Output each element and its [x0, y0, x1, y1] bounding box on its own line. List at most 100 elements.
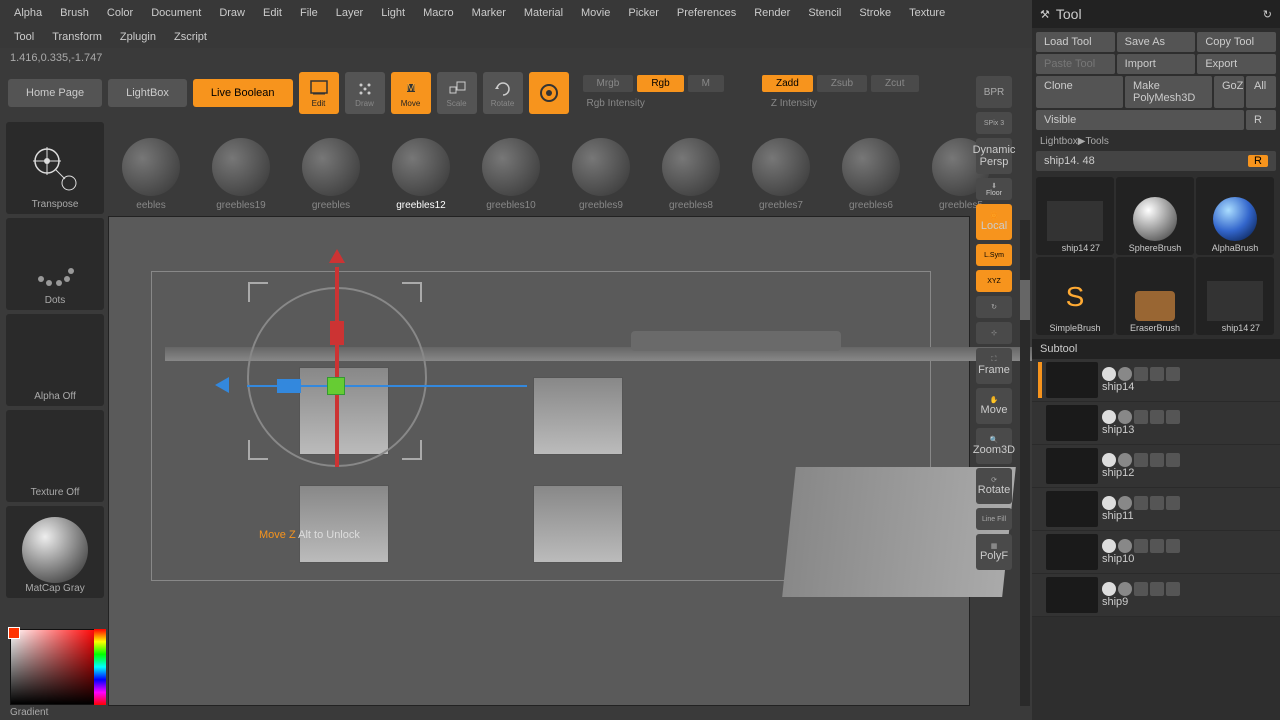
scale-mode-button[interactable]: Scale	[437, 72, 477, 114]
texture-slot[interactable]: Texture Off	[6, 410, 104, 502]
menu-stencil[interactable]: Stencil	[800, 4, 849, 22]
tool-btn-save-as[interactable]: Save As	[1117, 32, 1196, 52]
menu-tool[interactable]: Tool	[6, 28, 42, 46]
tool-cell-spherebrush[interactable]: SphereBrush	[1116, 177, 1194, 255]
menu-zplugin[interactable]: Zplugin	[112, 28, 164, 46]
brush-greebles12[interactable]: greebles12	[378, 125, 464, 211]
axis-icon[interactable]: ⊹	[976, 322, 1012, 344]
transpose-slot[interactable]: Transpose	[6, 122, 104, 214]
brush-greebles6[interactable]: greebles6	[828, 125, 914, 211]
gizmo-toggle-button[interactable]	[529, 72, 569, 114]
xyz-button[interactable]: XYZ	[976, 270, 1012, 292]
alpha-slot[interactable]: Alpha Off	[6, 314, 104, 406]
mrgb-button[interactable]: Mrgb	[583, 75, 634, 92]
brush-greebles[interactable]: greebles	[288, 125, 374, 211]
tool-btn-clone[interactable]: Clone	[1036, 76, 1123, 108]
tool-cell-ship14[interactable]: 27ship14	[1036, 177, 1114, 255]
tool-close-icon[interactable]: ↻	[1263, 8, 1272, 21]
tool-btn-r[interactable]: R	[1246, 110, 1276, 130]
menu-zscript[interactable]: Zscript	[166, 28, 215, 46]
tool-cell-eraserbrush[interactable]: EraserBrush	[1116, 257, 1194, 335]
tool-cell-ship14[interactable]: 27ship14	[1196, 257, 1274, 335]
m-button[interactable]: M	[688, 75, 724, 92]
subtool-ship11[interactable]: ship11	[1032, 488, 1280, 531]
color-picker[interactable]: Gradient	[10, 629, 102, 718]
menu-render[interactable]: Render	[746, 4, 798, 22]
rotate-mode-button[interactable]: Rotate	[483, 72, 523, 114]
rot-icon[interactable]: ↻	[976, 296, 1012, 318]
menu-brush[interactable]: Brush	[52, 4, 97, 22]
dynamic-persp-button[interactable]: DynamicPersp	[976, 138, 1012, 174]
tool-name-field[interactable]: ship14. 48R	[1036, 151, 1276, 171]
menu-stroke[interactable]: Stroke	[851, 4, 899, 22]
lightbox-path[interactable]: Lightbox▶Tools	[1032, 134, 1280, 149]
subtool-header[interactable]: Subtool	[1032, 339, 1280, 359]
subtool-ship12[interactable]: ship12	[1032, 445, 1280, 488]
brush-greebles9[interactable]: greebles9	[558, 125, 644, 211]
lightbox-button[interactable]: LightBox	[108, 79, 187, 107]
spix-slider[interactable]: SPix 3	[976, 112, 1012, 134]
floor-button[interactable]: ⬇Floor	[976, 178, 1012, 200]
zoom3d-button[interactable]: 🔍Zoom3D	[976, 428, 1012, 464]
move-view-button[interactable]: ✋Move	[976, 388, 1012, 424]
subtool-ship14[interactable]: ship14	[1032, 359, 1280, 402]
rotate-view-button[interactable]: ⟳Rotate	[976, 468, 1012, 504]
move-mode-button[interactable]: MMove	[391, 72, 431, 114]
menu-preferences[interactable]: Preferences	[669, 4, 744, 22]
viewport-scrollbar[interactable]	[1020, 220, 1030, 706]
tool-btn-goz[interactable]: GoZ	[1214, 76, 1244, 108]
menu-macro[interactable]: Macro	[415, 4, 462, 22]
menu-draw[interactable]: Draw	[211, 4, 253, 22]
tool-btn-all[interactable]: All	[1246, 76, 1276, 108]
tool-btn-load-tool[interactable]: Load Tool	[1036, 32, 1115, 52]
zcut-button[interactable]: Zcut	[871, 75, 918, 92]
menu-document[interactable]: Document	[143, 4, 209, 22]
tool-btn-paste-tool[interactable]: Paste Tool	[1036, 54, 1115, 74]
menu-alpha[interactable]: Alpha	[6, 4, 50, 22]
brush-greebles10[interactable]: greebles10	[468, 125, 554, 211]
menu-movie[interactable]: Movie	[573, 4, 618, 22]
menu-color[interactable]: Color	[99, 4, 141, 22]
tool-btn-visible[interactable]: Visible	[1036, 110, 1244, 130]
subtool-ship9[interactable]: ship9	[1032, 574, 1280, 617]
polyf-button[interactable]: ▦PolyF	[976, 534, 1012, 570]
edit-mode-button[interactable]: Edit	[299, 72, 339, 114]
tool-btn-copy-tool[interactable]: Copy Tool	[1197, 32, 1276, 52]
brush-eebles[interactable]: eebles	[108, 125, 194, 211]
tool-btn-make-polymesh3d[interactable]: Make PolyMesh3D	[1125, 76, 1212, 108]
viewport[interactable]: Move Z Alt to Unlock	[108, 216, 970, 706]
stroke-slot[interactable]: Dots	[6, 218, 104, 310]
local-button[interactable]: 🔆Local	[976, 204, 1012, 240]
menu-material[interactable]: Material	[516, 4, 571, 22]
material-slot[interactable]: MatCap Gray	[6, 506, 104, 598]
subtool-ship13[interactable]: ship13	[1032, 402, 1280, 445]
live-boolean-button[interactable]: Live Boolean	[193, 79, 293, 107]
transform-gizmo[interactable]	[247, 267, 427, 467]
menu-layer[interactable]: Layer	[328, 4, 372, 22]
rgb-button[interactable]: Rgb	[637, 75, 683, 92]
zsub-button[interactable]: Zsub	[817, 75, 867, 92]
menu-texture[interactable]: Texture	[901, 4, 953, 22]
menu-marker[interactable]: Marker	[464, 4, 514, 22]
tool-btn-import[interactable]: Import	[1117, 54, 1196, 74]
bpr-button[interactable]: BPR	[976, 76, 1012, 108]
frame-button[interactable]: ⛶Frame	[976, 348, 1012, 384]
menu-edit[interactable]: Edit	[255, 4, 290, 22]
brush-greebles19[interactable]: greebles19	[198, 125, 284, 211]
lsym-button[interactable]: L.Sym	[976, 244, 1012, 266]
tool-btn-export[interactable]: Export	[1197, 54, 1276, 74]
linefill-button[interactable]: Line Fill	[976, 508, 1012, 530]
zadd-button[interactable]: Zadd	[762, 75, 813, 92]
tool-cell-simplebrush[interactable]: SSimpleBrush	[1036, 257, 1114, 335]
home-page-button[interactable]: Home Page	[8, 79, 102, 107]
brush-greebles7[interactable]: greebles7	[738, 125, 824, 211]
menu-transform[interactable]: Transform	[44, 28, 110, 46]
tool-collapse-icon[interactable]: ⚒	[1040, 8, 1050, 21]
menu-picker[interactable]: Picker	[620, 4, 667, 22]
tool-cell-alphabrush[interactable]: AlphaBrush	[1196, 177, 1274, 255]
menu-light[interactable]: Light	[373, 4, 413, 22]
draw-mode-button[interactable]: Draw	[345, 72, 385, 114]
menu-file[interactable]: File	[292, 4, 326, 22]
brush-greebles8[interactable]: greebles8	[648, 125, 734, 211]
subtool-ship10[interactable]: ship10	[1032, 531, 1280, 574]
